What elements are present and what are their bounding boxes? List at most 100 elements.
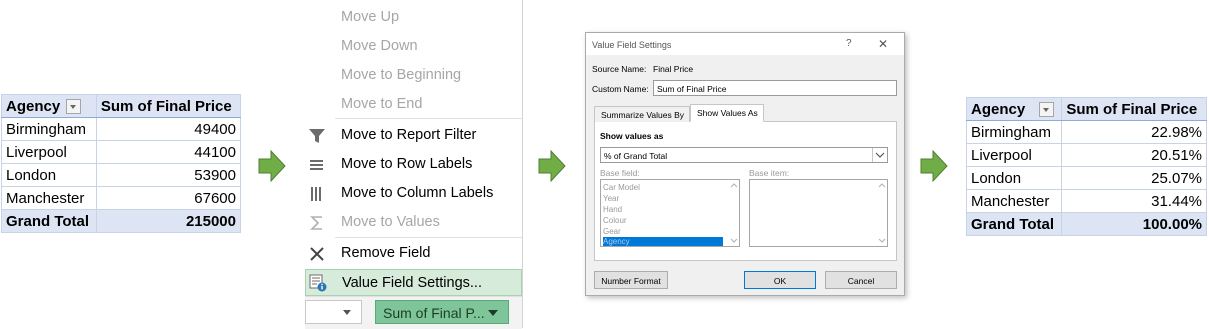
custom-name-value: Sum of Final Price [657, 84, 727, 94]
rows-icon [310, 160, 323, 170]
base-field-list[interactable]: Car Model Year Hand Colour Gear Agency [600, 179, 740, 247]
list-item[interactable]: Hand [603, 205, 622, 216]
chevron-down-icon[interactable] [488, 310, 498, 316]
list-item[interactable]: Car Model [603, 183, 640, 194]
values-field-chip[interactable]: Sum of Final P... [375, 300, 509, 324]
tab-label: Show Values As [697, 108, 758, 118]
filter-dropdown-icon[interactable] [66, 99, 82, 115]
filter-icon [309, 129, 325, 143]
menu-item-label: Value Field Settings... [342, 275, 482, 291]
show-values-as-select[interactable]: % of Grand Total [600, 147, 888, 163]
help-icon[interactable]: ? [846, 38, 852, 49]
menu-item-move-to-report-filter[interactable]: Move to Report Filter [305, 121, 522, 150]
pivot-table-values: Agency Sum of Final Price Birmingham 4940… [1, 94, 242, 233]
table-row: Liverpool 44100 [1, 140, 242, 164]
menu-item-label: Move to Values [341, 214, 440, 230]
base-item-list[interactable] [749, 179, 888, 247]
row-value[interactable]: 53900 [95, 163, 242, 187]
header-value[interactable]: Sum of Final Price [95, 94, 242, 118]
chevron-up-icon[interactable] [878, 182, 886, 188]
header-agency-label: Agency [971, 100, 1026, 118]
dialog-titlebar: Value Field Settings ? ✕ [586, 33, 904, 55]
cancel-label: Cancel [847, 276, 875, 286]
row-label[interactable]: London [965, 166, 1063, 190]
table-row: Birmingham 22.98% [965, 120, 1207, 144]
header-agency-label: Agency [6, 97, 61, 115]
columns-icon [311, 187, 321, 201]
number-format-button[interactable]: Number Format [594, 271, 668, 289]
grand-total-value[interactable]: 100.00% [1061, 212, 1207, 236]
row-label[interactable]: Liverpool [965, 143, 1063, 167]
arrow-right-icon [920, 150, 948, 182]
menu-item-move-down[interactable]: Move Down [305, 32, 522, 61]
scrollbar[interactable] [729, 180, 739, 246]
row-label[interactable]: Liverpool [1, 140, 97, 164]
row-value[interactable]: 67600 [95, 186, 242, 210]
row-value[interactable]: 31.44% [1061, 189, 1207, 213]
menu-item-label: Remove Field [341, 245, 431, 261]
row-label[interactable]: Birmingham [965, 120, 1063, 144]
table-header-row: Agency Sum of Final Price [965, 97, 1207, 121]
chevron-down-icon[interactable] [878, 238, 886, 244]
menu-item-value-field-settings[interactable]: Value Field Settings... [305, 269, 522, 296]
menu-item-label: Move Down [341, 38, 418, 54]
row-value[interactable]: 25.07% [1061, 166, 1207, 190]
ok-button[interactable]: OK [744, 271, 816, 289]
menu-item-move-to-row-labels[interactable]: Move to Row Labels [305, 150, 522, 179]
base-item-label: Base item: [749, 168, 790, 178]
row-value[interactable]: 22.98% [1061, 120, 1207, 144]
table-row: London 25.07% [965, 166, 1207, 190]
filter-dropdown-icon[interactable] [1039, 102, 1055, 118]
field-context-menu: Move Up Move Down Move to Beginning Move… [305, 0, 523, 329]
table-row: Manchester 67600 [1, 186, 242, 210]
menu-item-remove-field[interactable]: Remove Field [305, 239, 522, 268]
row-value[interactable]: 44100 [95, 140, 242, 164]
list-item[interactable]: Colour [603, 216, 627, 227]
custom-name-field[interactable]: Sum of Final Price [653, 80, 897, 96]
row-label[interactable]: Manchester [1, 186, 97, 210]
row-label[interactable]: Birmingham [1, 117, 97, 141]
pivot-table-percent: Agency Sum of Final Price Birmingham 22.9… [965, 97, 1207, 236]
close-icon[interactable]: ✕ [878, 37, 888, 51]
menu-item-move-to-values[interactable]: Move to Values [305, 208, 522, 237]
chevron-down-icon[interactable] [730, 238, 738, 244]
header-agency[interactable]: Agency [1, 94, 97, 118]
menu-separator [335, 118, 522, 119]
menu-item-label: Move to Beginning [341, 67, 462, 83]
menu-item-move-to-column-labels[interactable]: Move to Column Labels [305, 179, 522, 208]
menu-separator [335, 237, 522, 238]
menu-item-label: Move to Report Filter [341, 127, 477, 143]
area-dropdown[interactable] [305, 300, 362, 324]
list-item-selected[interactable]: Agency [603, 237, 723, 246]
header-agency[interactable]: Agency [965, 97, 1063, 121]
scrollbar[interactable] [877, 180, 887, 246]
table-row: Manchester 31.44% [965, 189, 1207, 213]
source-name-value: Final Price [653, 64, 694, 74]
grand-total-row: Grand Total 100.00% [965, 212, 1207, 236]
menu-item-label: Move to Column Labels [341, 185, 494, 201]
source-name-label: Source Name: [592, 64, 647, 74]
chevron-up-icon[interactable] [730, 182, 738, 188]
menu-item-move-to-beginning[interactable]: Move to Beginning [305, 61, 522, 90]
dialog-title: Value Field Settings [592, 40, 672, 50]
menu-item-move-up[interactable]: Move Up [305, 3, 522, 32]
table-row: London 53900 [1, 163, 242, 187]
row-label[interactable]: London [1, 163, 97, 187]
grand-total-label[interactable]: Grand Total [1, 209, 97, 233]
chevron-down-icon[interactable] [872, 148, 887, 162]
menu-item-move-to-end[interactable]: Move to End [305, 90, 522, 119]
close-icon [310, 247, 324, 261]
value-field-settings-dialog: Value Field Settings ? ✕ Source Name: Fi… [585, 32, 905, 296]
row-label[interactable]: Manchester [965, 189, 1063, 213]
custom-name-label: Custom Name: [592, 84, 649, 94]
tab-show-values-as[interactable]: Show Values As [690, 104, 764, 122]
tab-summarize-values-by[interactable]: Summarize Values By [594, 106, 690, 122]
cancel-button[interactable]: Cancel [825, 271, 897, 289]
header-value[interactable]: Sum of Final Price [1061, 97, 1207, 121]
list-item[interactable]: Year [603, 194, 619, 205]
grand-total-label[interactable]: Grand Total [965, 212, 1063, 236]
grand-total-value[interactable]: 215000 [95, 209, 242, 233]
row-value[interactable]: 49400 [95, 117, 242, 141]
arrow-right-icon [258, 150, 286, 182]
row-value[interactable]: 20.51% [1061, 143, 1207, 167]
